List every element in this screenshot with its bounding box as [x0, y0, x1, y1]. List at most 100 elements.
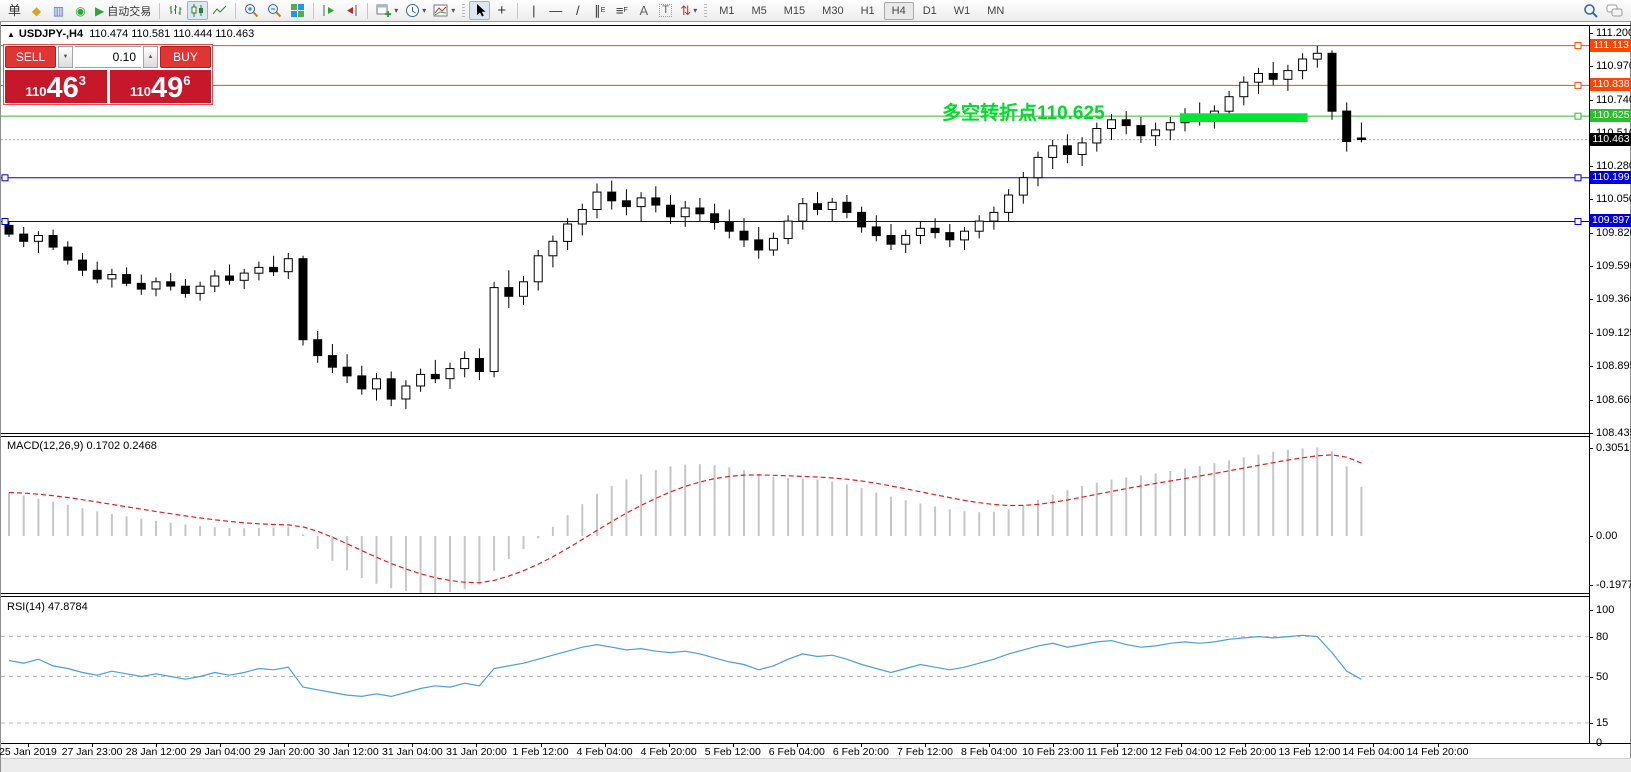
- indicators-icon: [433, 3, 449, 18]
- time-tick-label: 4 Feb 04:00: [577, 746, 633, 758]
- toolbar-grip: [704, 4, 707, 18]
- timeframe-h1-button[interactable]: H1: [853, 2, 883, 20]
- timeframe-h4-button[interactable]: H4: [884, 2, 914, 20]
- new-chart-button[interactable]: ▾: [373, 1, 401, 20]
- buy-price-display[interactable]: 110496: [110, 70, 212, 103]
- time-tick-label: 11 Feb 12:00: [1087, 746, 1148, 758]
- candlestick-mode-button[interactable]: [187, 1, 208, 20]
- chat-button[interactable]: [1603, 1, 1627, 20]
- market-watch-button[interactable]: ▥: [48, 1, 69, 20]
- fibonacci-icon: ≡: [616, 4, 624, 17]
- horizontal-line-icon: —: [549, 4, 562, 17]
- time-tick-label: 8 Feb 04:00: [961, 746, 1017, 758]
- macd-indicator-label: MACD(12,26,9) 0.1702 0.2468: [7, 440, 157, 452]
- gold-badge-button[interactable]: ◆: [26, 1, 47, 20]
- auto-scroll-button[interactable]: [319, 1, 340, 20]
- rsi-indicator-label: RSI(14) 47.8784: [7, 601, 88, 613]
- fibonacci-tool-button[interactable]: ≡F: [611, 1, 632, 20]
- navigator-icon: ◉: [75, 5, 85, 17]
- chart-shift-button[interactable]: [341, 1, 362, 20]
- axis-tick-label: 109.590: [1596, 260, 1631, 272]
- sell-price-main: 110: [26, 85, 47, 98]
- axis-tick-label: 109.820: [1596, 227, 1631, 239]
- price-chart[interactable]: [1, 26, 1589, 434]
- volume-increase-button[interactable]: ▲: [143, 46, 158, 68]
- one-click-trading-panel: SELL ▼ ▲ BUY 110463 110496: [3, 44, 213, 105]
- horizontal-line-tool-button[interactable]: —: [545, 1, 566, 20]
- indicators-button[interactable]: ▾: [430, 1, 458, 20]
- timeframe-m15-button[interactable]: M15: [776, 2, 813, 20]
- bar-chart-icon: [168, 3, 183, 18]
- axis-tick-mark: [1589, 100, 1593, 101]
- sell-button[interactable]: SELL: [5, 46, 56, 68]
- price-axis[interactable]: 111.200110.970110.740110.510110.280110.0…: [1589, 22, 1631, 772]
- search-button[interactable]: [1580, 1, 1602, 20]
- zoom-in-icon: [244, 3, 260, 18]
- collapse-panel-icon[interactable]: ▲: [7, 30, 15, 39]
- fibonacci-sub-label: F: [623, 7, 627, 14]
- zoom-out-icon: [267, 3, 283, 18]
- time-tick-label: 7 Feb 12:00: [897, 746, 953, 758]
- timeframe-m30-button[interactable]: M30: [814, 2, 851, 20]
- axis-tick-mark: [1589, 433, 1593, 434]
- price-level-badge: 110.625: [1590, 109, 1631, 122]
- autotrading-button[interactable]: ▶ 自动交易: [92, 1, 154, 20]
- macd-separator: [1, 436, 1589, 437]
- time-tick-label: 13 Feb 12:00: [1278, 746, 1340, 758]
- market-watch-icon: ▥: [53, 5, 64, 17]
- volume-decrease-button[interactable]: ▼: [58, 46, 73, 68]
- axis-tick-mark: [1589, 723, 1593, 724]
- time-tick-label: 12 Feb 20:00: [1214, 746, 1276, 758]
- zoom-out-button[interactable]: [264, 1, 286, 20]
- clock-icon: [405, 3, 420, 18]
- line-chart-mode-button[interactable]: [209, 1, 230, 20]
- time-tick-label: 6 Feb 20:00: [833, 746, 889, 758]
- price-level-badge: 110.463: [1590, 133, 1631, 146]
- tile-windows-button[interactable]: [287, 1, 308, 20]
- vertical-line-tool-button[interactable]: |: [523, 1, 544, 20]
- trendline-tool-button[interactable]: /: [567, 1, 588, 20]
- timeframe-m1-button[interactable]: M1: [711, 2, 742, 20]
- timeframe-mn-button[interactable]: MN: [979, 2, 1012, 20]
- arrows-tool-button[interactable]: ⇅ ▾: [677, 1, 700, 20]
- time-tick-label: 31 Jan 20:00: [446, 746, 507, 758]
- channel-tool-button[interactable]: ∥E: [589, 1, 610, 20]
- axis-tick-label: 108.435: [1596, 427, 1631, 439]
- axis-tick-mark: [1589, 299, 1593, 300]
- chart-shift-icon: [344, 3, 359, 18]
- rsi-panel[interactable]: [1, 598, 1589, 743]
- axis-tick-mark: [1589, 166, 1593, 167]
- new-order-label: 单: [8, 4, 21, 17]
- time-tick-label: 14 Feb 20:00: [1407, 746, 1469, 758]
- buy-price-point: 6: [183, 73, 190, 88]
- axis-tick-mark: [1589, 677, 1593, 678]
- timeframe-m5-button[interactable]: M5: [743, 2, 774, 20]
- macd-panel[interactable]: [1, 437, 1589, 593]
- timeframe-w1-button[interactable]: W1: [946, 2, 979, 20]
- chart-title: ▲USDJPY-,H4 110.474 110.581 110.444 110.…: [7, 28, 254, 40]
- label-tool-button[interactable]: T: [655, 1, 676, 20]
- volume-input[interactable]: [75, 46, 141, 68]
- sell-price-display[interactable]: 110463: [5, 70, 107, 103]
- text-tool-button[interactable]: A: [633, 1, 654, 20]
- gold-badge-icon: ◆: [32, 5, 41, 17]
- crosshair-tool-button[interactable]: +: [491, 1, 512, 20]
- time-tick-label: 1 Feb 12:00: [513, 746, 569, 758]
- zoom-in-button[interactable]: [241, 1, 263, 20]
- periods-button[interactable]: ▾: [402, 1, 429, 20]
- time-tick-label: 27 Jan 23:00: [62, 746, 123, 758]
- sell-price-pips: 46: [46, 76, 78, 102]
- pivot-annotation-text[interactable]: 多空转折点110.625: [942, 98, 1105, 125]
- label-tool-icon: T: [659, 4, 672, 17]
- dropdown-caret-icon: ▾: [422, 6, 426, 15]
- bar-chart-mode-button[interactable]: [165, 1, 186, 20]
- navigator-button[interactable]: ◉: [70, 1, 91, 20]
- new-order-button[interactable]: 单: [4, 1, 25, 20]
- chart-bottom-border: [1, 743, 1631, 744]
- price-level-badge: 109.897: [1590, 214, 1631, 227]
- buy-button[interactable]: BUY: [160, 46, 211, 68]
- axis-tick-label: 111.200: [1596, 27, 1631, 39]
- cursor-icon: [473, 3, 487, 18]
- cursor-tool-button[interactable]: [469, 1, 490, 20]
- timeframe-d1-button[interactable]: D1: [915, 2, 945, 20]
